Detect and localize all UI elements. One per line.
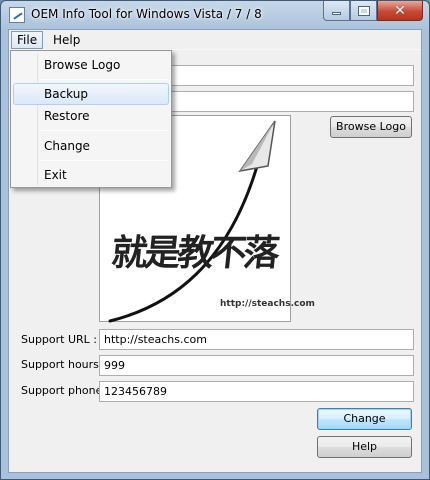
app-icon[interactable] (9, 7, 25, 23)
menu-help[interactable]: Help (47, 31, 86, 49)
support-hours-label: Support hours : (21, 358, 107, 371)
maximize-icon (357, 5, 370, 16)
file-menu-dropdown: Browse Logo Backup Restore Change Exit (10, 50, 172, 188)
close-button[interactable]: ✕ (377, 1, 423, 21)
help-button[interactable]: Help (317, 436, 412, 458)
logo-url-text: http://steachs.com (220, 299, 315, 309)
support-phone-input[interactable] (99, 381, 414, 402)
window-title: OEM Info Tool for Windows Vista / 7 / 8 (31, 7, 262, 21)
menu-item-exit[interactable]: Exit (13, 164, 169, 186)
browse-logo-button[interactable]: Browse Logo (330, 116, 412, 138)
minimize-icon (332, 12, 341, 15)
menu-item-restore[interactable]: Restore (13, 105, 169, 127)
support-url-label: Support URL : (21, 333, 98, 346)
menu-separator (41, 160, 167, 161)
support-url-input[interactable] (99, 329, 414, 350)
minimize-button[interactable] (323, 1, 350, 21)
caption-buttons: ✕ (323, 1, 423, 21)
menu-separator (41, 79, 167, 80)
app-window: OEM Info Tool for Windows Vista / 7 / 8 … (0, 0, 430, 480)
support-phone-label: Support phone : (21, 384, 110, 397)
menu-item-backup[interactable]: Backup (13, 83, 169, 105)
menu-item-browse-logo[interactable]: Browse Logo (13, 54, 169, 76)
change-button[interactable]: Change (317, 408, 412, 430)
menu-bar: File Help (9, 30, 421, 50)
title-bar[interactable]: OEM Info Tool for Windows Vista / 7 / 8 … (1, 1, 429, 29)
menu-separator (41, 130, 167, 131)
maximize-button[interactable] (350, 1, 377, 21)
support-hours-input[interactable] (99, 355, 414, 376)
close-icon: ✕ (394, 2, 406, 19)
logo-text: 就是教不落 (109, 232, 279, 274)
menu-item-change[interactable]: Change (13, 135, 169, 157)
menu-file[interactable]: File (11, 31, 44, 49)
